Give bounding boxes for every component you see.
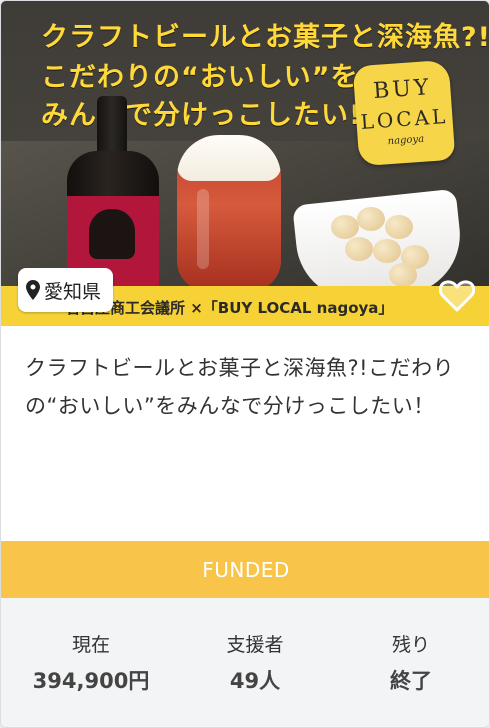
funded-status-bar: FUNDED: [1, 541, 489, 598]
badge-text-local: LOCAL: [359, 103, 450, 135]
bottle-cat-illustration: [89, 209, 135, 259]
funded-status-label: FUNDED: [202, 557, 290, 582]
hero-headline-line1: クラフトビールとお菓子と深海魚?!: [41, 22, 490, 53]
location-label: 愛知県: [44, 280, 102, 303]
badge-text-buy: BUY: [372, 75, 433, 105]
snack: [385, 215, 413, 239]
buy-local-badge: BUY LOCAL nagoya: [352, 59, 456, 167]
stat-backers: 支援者 49人: [185, 630, 325, 695]
snack: [389, 263, 417, 287]
stat-current-label: 現在: [71, 634, 110, 656]
favorite-button[interactable]: [437, 277, 477, 315]
snack: [373, 239, 401, 263]
beer-glass: [177, 135, 281, 291]
hero-credit: 名古屋商工会議所 ×「BUY LOCAL nagoya」: [65, 299, 394, 317]
project-hero-image[interactable]: クラフトビールとお菓子と深海魚?! こだわりの“おいしい”を みんなで分けっこし…: [1, 1, 490, 326]
stat-current-value: 394,900円: [32, 669, 150, 693]
snack: [357, 207, 385, 231]
glass-shine: [197, 189, 209, 269]
stat-backers-value: 49人: [229, 669, 281, 693]
stat-backers-label: 支援者: [226, 634, 284, 656]
hero-headline-line3: みんなで分けっこしたい!: [41, 100, 363, 131]
stat-remaining-value: 終了: [390, 669, 432, 693]
map-pin-icon: [26, 280, 40, 300]
badge-text-nagoya: nagoya: [387, 133, 425, 148]
project-stats: 現在 394,900円 支援者 49人 残り 終了: [1, 598, 489, 727]
stat-current-amount: 現在 394,900円: [21, 630, 161, 695]
snack: [345, 237, 373, 261]
heart-icon: [439, 280, 475, 312]
project-title[interactable]: クラフトビールとお菓子と深海魚?!こだわりの“おいしい”をみんなで分けっこしたい…: [25, 349, 465, 425]
hero-headline-line2: こだわりの“おいしい”を: [41, 62, 359, 93]
stat-remaining: 残り 終了: [341, 630, 481, 695]
beer-foam: [177, 135, 281, 181]
location-chip[interactable]: 愛知県: [18, 268, 114, 312]
stat-remaining-label: 残り: [391, 634, 430, 656]
project-card[interactable]: クラフトビールとお菓子と深海魚?! こだわりの“おいしい”を みんなで分けっこし…: [0, 0, 490, 728]
snack: [331, 215, 359, 239]
